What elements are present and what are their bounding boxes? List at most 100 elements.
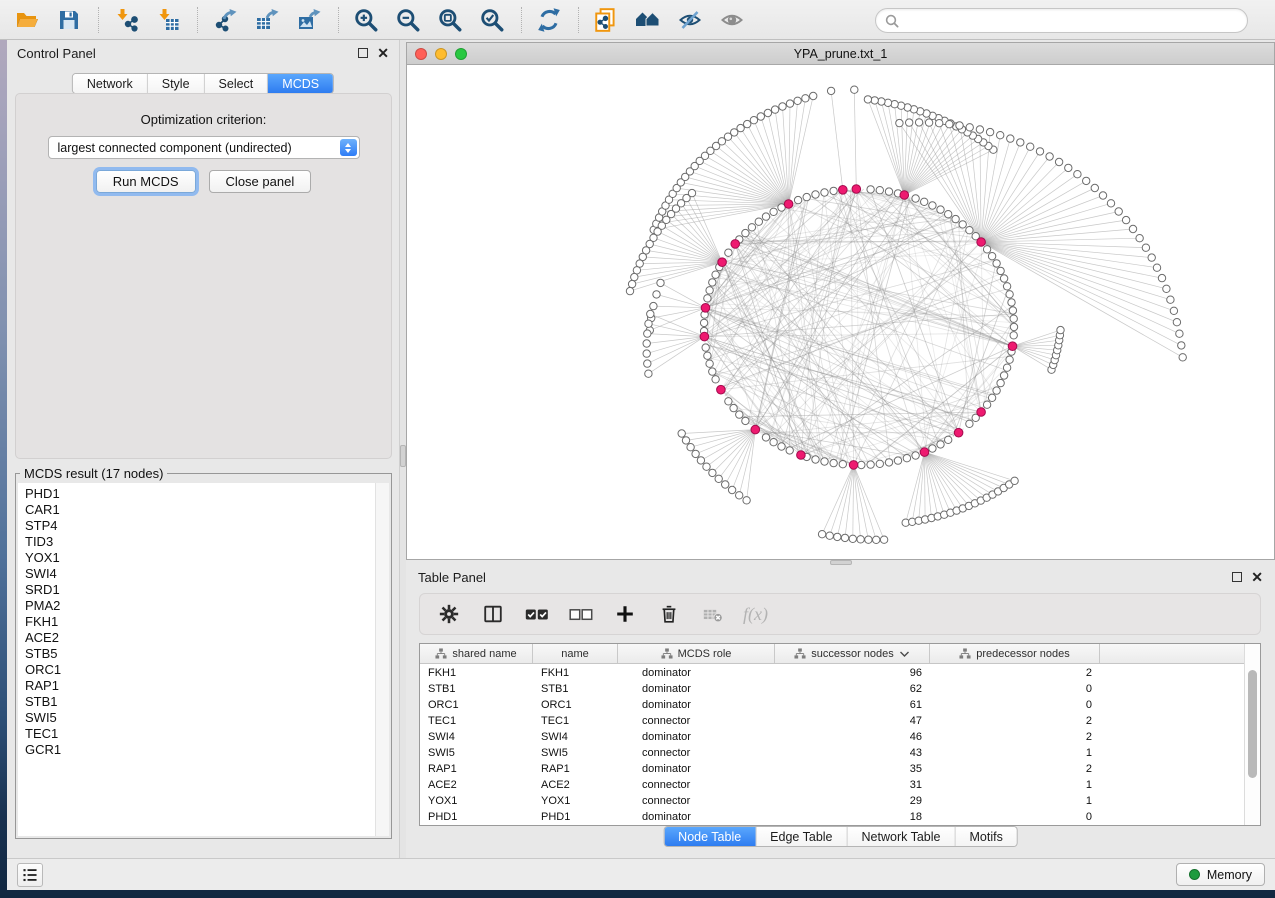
delete-table-icon[interactable] [699, 601, 726, 628]
zoom-in-icon[interactable] [349, 4, 383, 36]
mcds-result-list[interactable]: PHD1CAR1STP4TID3YOX1SWI4SRD1PMA2FKH1ACE2… [18, 483, 375, 836]
close-panel-icon[interactable]: ✕ [1251, 572, 1263, 582]
cell-successor-nodes: 46 [775, 731, 930, 743]
float-window-icon[interactable] [358, 48, 368, 58]
tab-select[interactable]: Select [205, 74, 269, 93]
window-minimize-icon[interactable] [435, 48, 447, 60]
mcds-list-scrollbar[interactable] [375, 483, 389, 836]
zoom-selected-icon[interactable] [475, 4, 509, 36]
table-row[interactable]: FKH1FKH1dominator962 [420, 665, 1244, 681]
mcds-result-item[interactable]: PHD1 [25, 486, 375, 502]
mcds-result-item[interactable]: RAP1 [25, 678, 375, 694]
cell-predecessor-nodes: 0 [930, 811, 1100, 823]
network-window-titlebar[interactable]: YPA_prune.txt_1 [407, 43, 1274, 65]
column-header-successor-nodes[interactable]: successor nodes [775, 644, 930, 663]
function-builder-icon[interactable]: f(x) [743, 604, 768, 625]
mcds-result-item[interactable]: YOX1 [25, 550, 375, 566]
tab-style[interactable]: Style [148, 74, 205, 93]
tab-edge-table[interactable]: Edge Table [756, 827, 847, 846]
deselect-all-icon[interactable] [567, 601, 594, 628]
zoom-out-icon[interactable] [391, 4, 425, 36]
export-image-icon[interactable] [292, 4, 326, 36]
tab-network-table[interactable]: Network Table [848, 827, 956, 846]
cell-successor-nodes: 29 [775, 795, 930, 807]
mcds-result-item[interactable]: TEC1 [25, 726, 375, 742]
mcds-result-item[interactable]: SRD1 [25, 582, 375, 598]
tab-mcds[interactable]: MCDS [268, 74, 333, 93]
column-header-mcds-role[interactable]: MCDS role [618, 644, 775, 663]
memory-button[interactable]: Memory [1176, 863, 1265, 886]
table-row[interactable]: STB1STB1dominator620 [420, 681, 1244, 697]
hide-selected-icon[interactable] [673, 4, 707, 36]
table-row[interactable]: RAP1RAP1dominator352 [420, 761, 1244, 777]
table-panel-titlebar: Table Panel ✕ [406, 565, 1275, 589]
column-label: name [561, 648, 589, 660]
table-settings-gear-icon[interactable] [435, 601, 462, 628]
mcds-result-item[interactable]: FKH1 [25, 614, 375, 630]
table-row[interactable]: YOX1YOX1connector291 [420, 793, 1244, 809]
table-scrollbar[interactable] [1244, 644, 1260, 825]
network-snapshot-icon[interactable] [589, 4, 623, 36]
scrollbar-thumb[interactable] [1248, 670, 1257, 778]
close-panel-button[interactable]: Close panel [209, 170, 312, 193]
delete-column-trash-icon[interactable] [655, 601, 682, 628]
task-history-button[interactable] [17, 863, 43, 887]
cell-shared-name: STB1 [420, 683, 533, 695]
mcds-result-item[interactable]: PMA2 [25, 598, 375, 614]
table-row[interactable]: ACE2ACE2connector311 [420, 777, 1244, 793]
cell-name: SWI5 [533, 747, 618, 759]
search-input[interactable] [900, 11, 1247, 31]
mcds-result-item[interactable]: SWI4 [25, 566, 375, 582]
add-column-icon[interactable] [611, 601, 638, 628]
cell-mcds-role: connector [618, 747, 775, 759]
table-row[interactable]: TEC1TEC1connector472 [420, 713, 1244, 729]
mcds-result-item[interactable]: ORC1 [25, 662, 375, 678]
network-graph[interactable] [407, 65, 1274, 559]
table-row[interactable]: PHD1PHD1dominator180 [420, 809, 1244, 825]
cell-mcds-role: dominator [618, 699, 775, 711]
zoom-fit-icon[interactable] [433, 4, 467, 36]
select-stepper-icon [340, 139, 357, 156]
import-network-icon[interactable] [109, 4, 143, 36]
window-maximize-icon[interactable] [455, 48, 467, 60]
search-field[interactable] [875, 8, 1248, 33]
mcds-result-item[interactable]: SWI5 [25, 710, 375, 726]
network-canvas[interactable] [407, 65, 1274, 559]
first-neighbors-icon[interactable] [631, 4, 665, 36]
mcds-result-item[interactable]: STB1 [25, 694, 375, 710]
toolbar-separator [578, 7, 579, 33]
save-session-icon[interactable] [52, 4, 86, 36]
mcds-result-item[interactable]: GCR1 [25, 742, 375, 758]
mcds-result-item[interactable]: STP4 [25, 518, 375, 534]
cell-shared-name: SWI5 [420, 747, 533, 759]
mcds-result-item[interactable]: ACE2 [25, 630, 375, 646]
mcds-result-item[interactable]: TID3 [25, 534, 375, 550]
optimization-criterion-select[interactable]: largest connected component (undirected) [48, 136, 360, 159]
mcds-result-item[interactable]: CAR1 [25, 502, 375, 518]
open-session-icon[interactable] [10, 4, 44, 36]
control-panel: Control Panel ✕ NetworkStyleSelectMCDS O… [7, 40, 400, 858]
refresh-view-icon[interactable] [532, 4, 566, 36]
select-all-icon[interactable] [523, 601, 550, 628]
table-row[interactable]: SWI5SWI5connector431 [420, 745, 1244, 761]
mcds-result-item[interactable]: STB5 [25, 646, 375, 662]
export-table-icon[interactable] [250, 4, 284, 36]
table-row[interactable]: SWI4SWI4dominator462 [420, 729, 1244, 745]
float-window-icon[interactable] [1232, 572, 1242, 582]
table-row[interactable]: ORC1ORC1dominator610 [420, 697, 1244, 713]
cell-shared-name: ORC1 [420, 699, 533, 711]
tab-network[interactable]: Network [73, 74, 148, 93]
tab-node-table[interactable]: Node Table [664, 827, 756, 846]
run-mcds-button[interactable]: Run MCDS [96, 170, 196, 193]
column-header-name[interactable]: name [533, 644, 618, 663]
export-network-icon[interactable] [208, 4, 242, 36]
import-table-icon[interactable] [151, 4, 185, 36]
column-header-predecessor-nodes[interactable]: predecessor nodes [930, 644, 1100, 663]
column-header-shared-name[interactable]: shared name [420, 644, 533, 663]
show-column-panel-icon[interactable] [479, 601, 506, 628]
tab-motifs[interactable]: Motifs [955, 827, 1016, 846]
close-panel-icon[interactable]: ✕ [377, 48, 389, 58]
show-all-icon[interactable] [715, 4, 749, 36]
window-close-icon[interactable] [415, 48, 427, 60]
cell-shared-name: RAP1 [420, 763, 533, 775]
